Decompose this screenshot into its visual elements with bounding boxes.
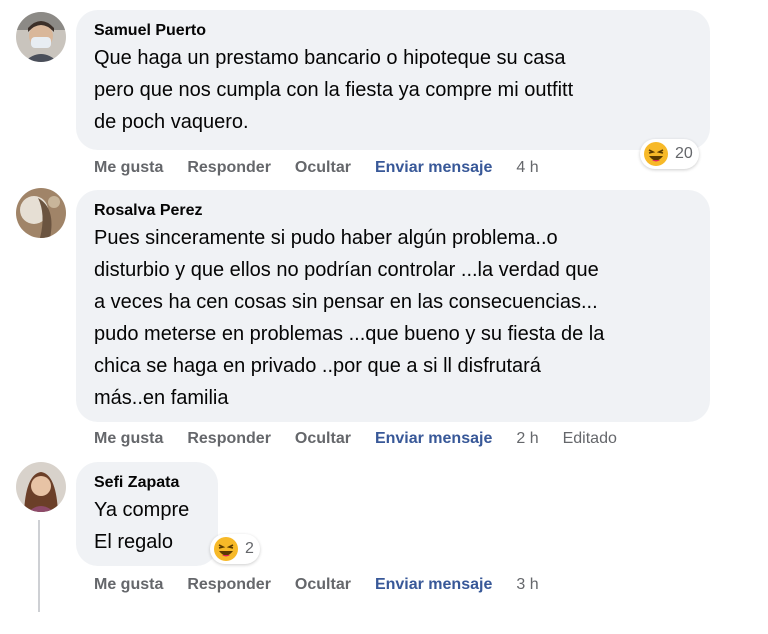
comment-author[interactable]: Rosalva Perez [94, 200, 692, 222]
timestamp[interactable]: 2 h [516, 430, 538, 448]
like-button[interactable]: Me gusta [94, 430, 163, 448]
comment-text: Pues sinceramente si pudo haber algún pr… [94, 227, 605, 409]
reply-button[interactable]: Responder [187, 430, 271, 448]
timestamp[interactable]: 4 h [516, 159, 538, 177]
like-button[interactable]: Me gusta [94, 576, 163, 594]
hide-button[interactable]: Ocultar [295, 576, 351, 594]
send-message-button[interactable]: Enviar mensaje [375, 159, 492, 177]
comment-actions: Me gusta Responder Ocultar Enviar mensaj… [94, 574, 563, 596]
avatar[interactable] [16, 188, 66, 238]
comment-bubble: Rosalva Perez Pues sinceramente si pudo … [76, 190, 710, 422]
reaction-badge[interactable]: 20 [640, 139, 699, 169]
comment-actions: Me gusta Responder Ocultar Enviar mensaj… [94, 157, 563, 179]
comment-author[interactable]: Samuel Puerto [94, 20, 692, 42]
comment-author[interactable]: Sefi Zapata [94, 472, 200, 494]
reaction-count: 20 [675, 145, 693, 162]
laughing-emoji-icon [644, 142, 668, 166]
comment-text: Ya compre El regalo [94, 499, 190, 553]
timestamp[interactable]: 3 h [516, 576, 538, 594]
reaction-count: 2 [245, 540, 254, 557]
comment-bubble: Sefi Zapata Ya compre El regalo [76, 462, 218, 566]
comment-text: Que haga un prestamo bancario o hipotequ… [94, 47, 574, 133]
laughing-emoji-icon [214, 537, 238, 561]
hide-button[interactable]: Ocultar [295, 159, 351, 177]
hide-button[interactable]: Ocultar [295, 430, 351, 448]
reaction-badge[interactable]: 2 [210, 534, 260, 564]
comment-actions: Me gusta Responder Ocultar Enviar mensaj… [94, 428, 641, 450]
thread-line [38, 520, 40, 612]
reply-button[interactable]: Responder [187, 159, 271, 177]
avatar[interactable] [16, 12, 66, 62]
comment-bubble: Samuel Puerto Que haga un prestamo banca… [76, 10, 710, 150]
reply-button[interactable]: Responder [187, 576, 271, 594]
send-message-button[interactable]: Enviar mensaje [375, 576, 492, 594]
edited-label: Editado [562, 430, 617, 447]
like-button[interactable]: Me gusta [94, 159, 163, 177]
avatar[interactable] [16, 462, 66, 512]
send-message-button[interactable]: Enviar mensaje [375, 430, 492, 448]
